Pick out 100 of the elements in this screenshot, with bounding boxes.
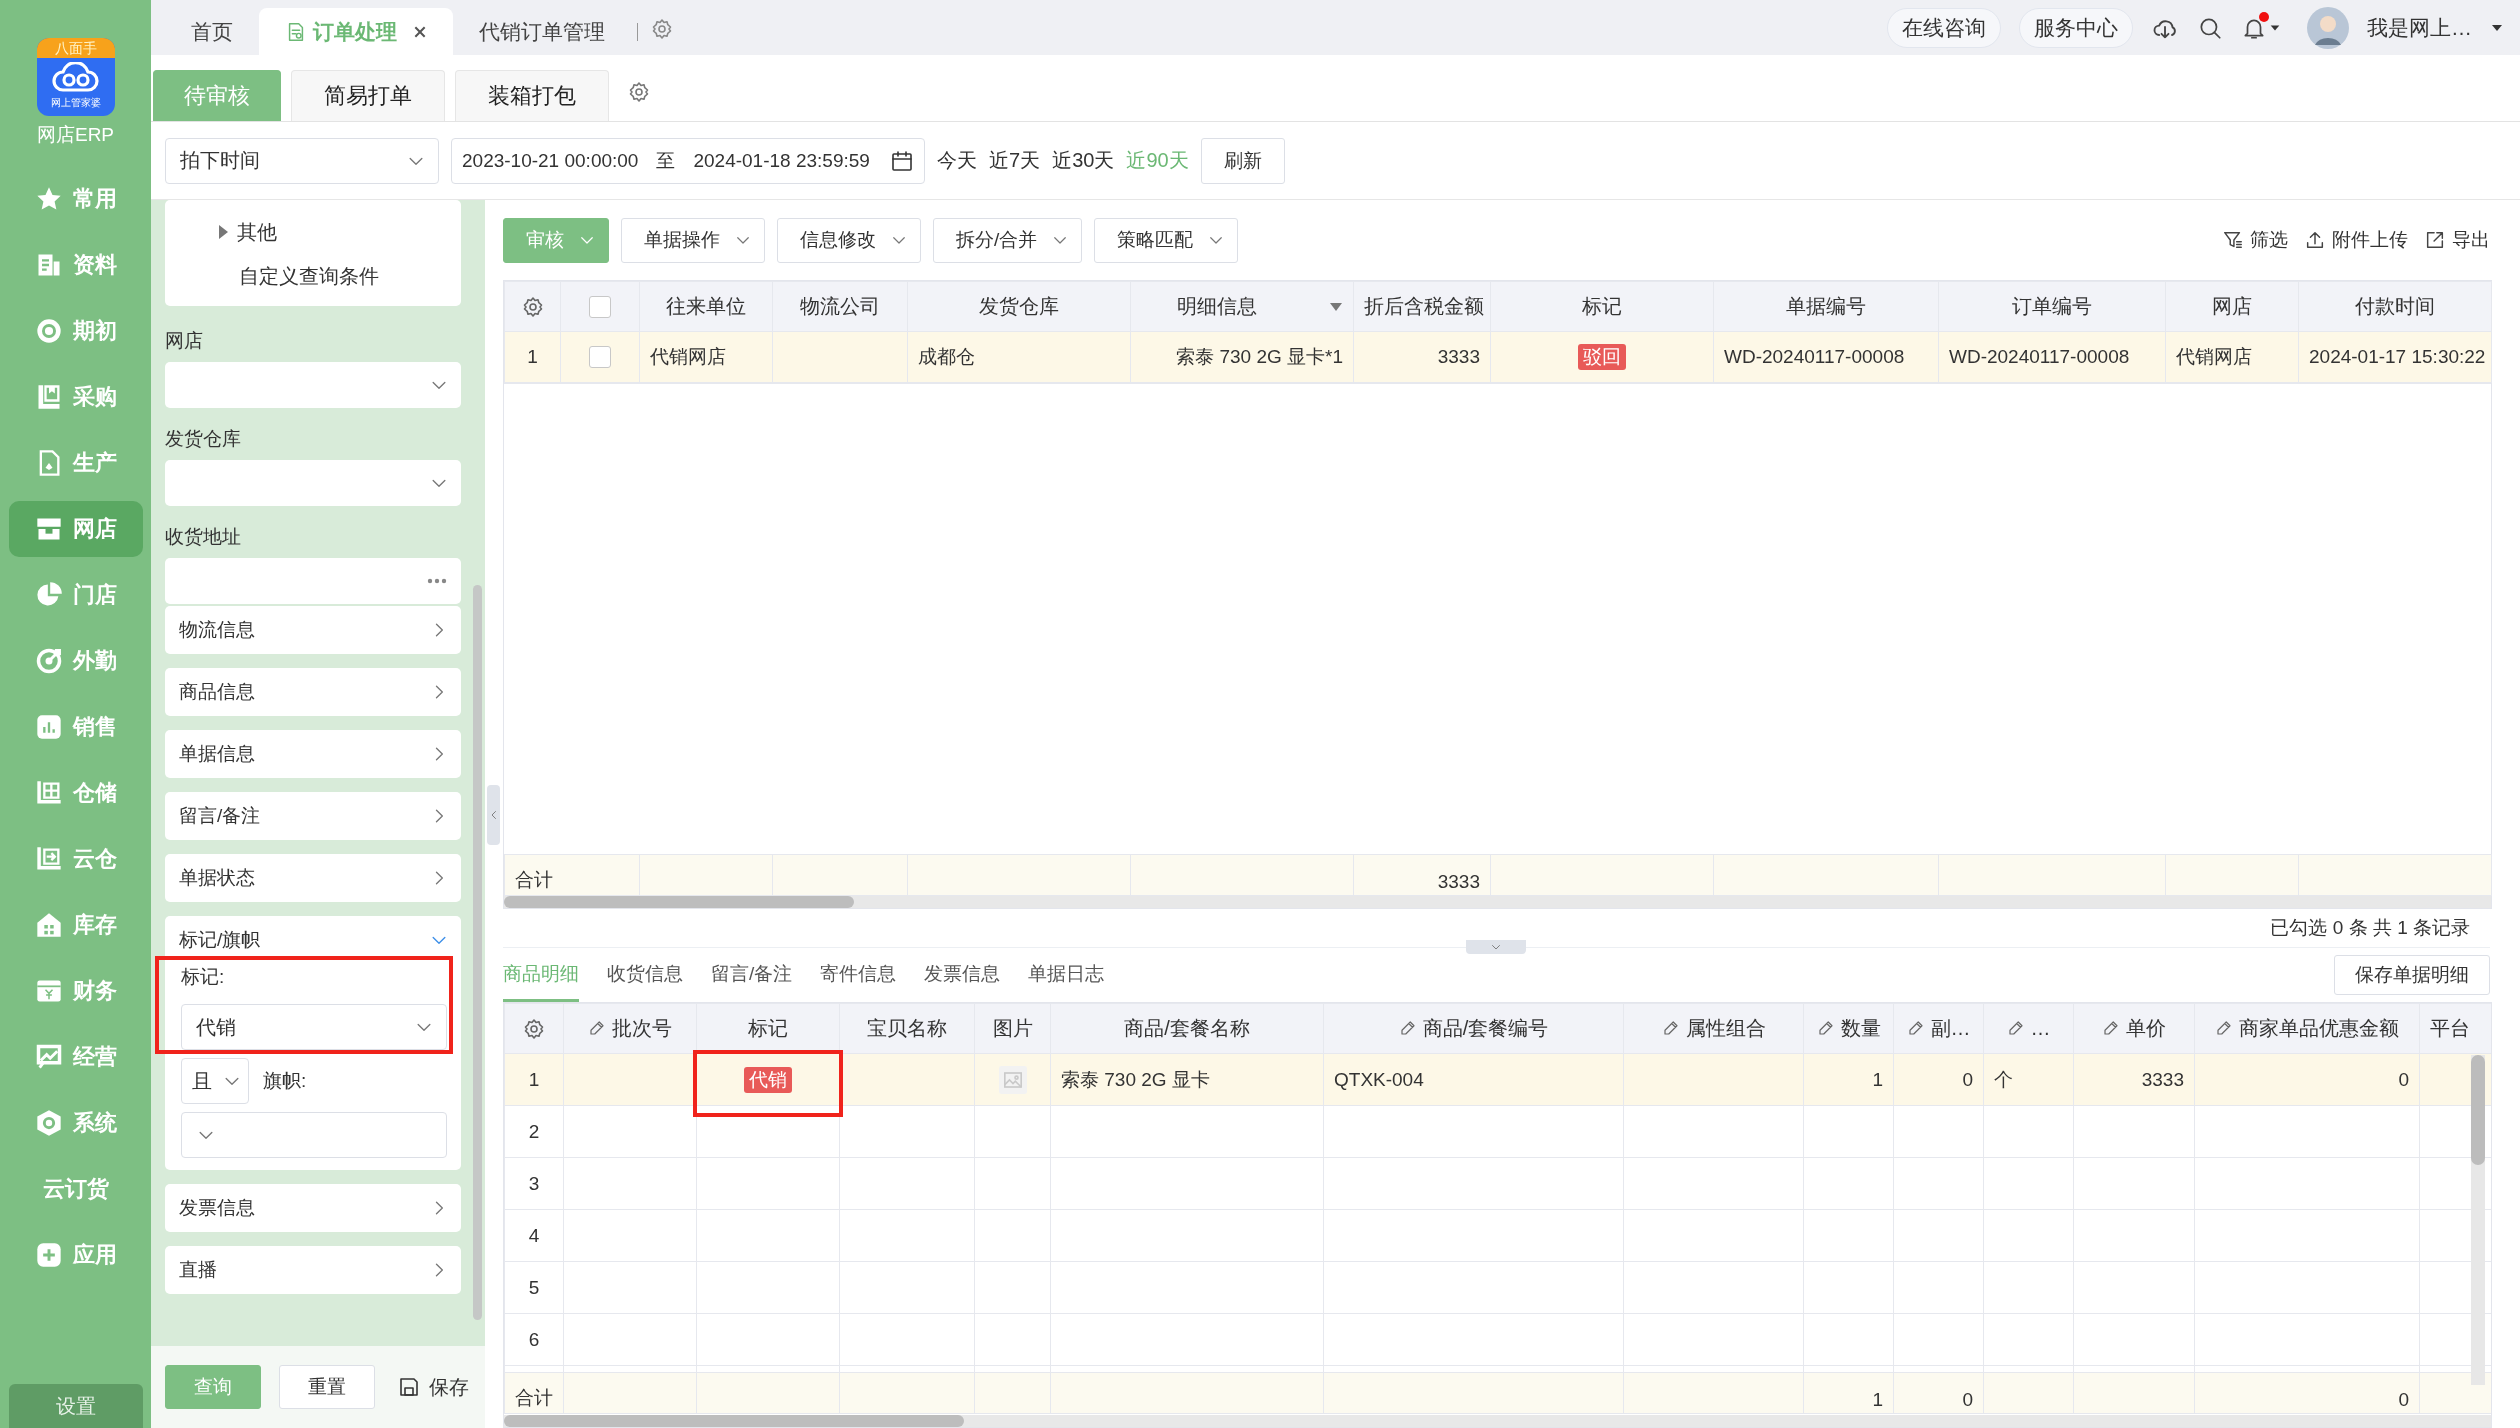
column-header[interactable]: 往来单位 bbox=[639, 281, 773, 332]
reset-button[interactable]: 重置 bbox=[279, 1365, 375, 1409]
mark-tag: 代销 bbox=[744, 1066, 792, 1093]
total-label: 合计 bbox=[504, 854, 640, 896]
pencil-icon bbox=[1398, 1019, 1417, 1037]
logo-caption: 网上管家婆 bbox=[50, 96, 101, 110]
dropdown-button[interactable]: 信息修改 bbox=[777, 217, 921, 263]
column-header[interactable]: 数量 bbox=[1803, 1003, 1894, 1054]
column-header[interactable]: 单价 bbox=[2073, 1003, 2195, 1054]
bar-chart-icon bbox=[34, 713, 63, 741]
field-label: 收货地址 bbox=[165, 525, 242, 549]
date-range-field[interactable]: 2023-10-21 00:00:00 至 2024-01-18 23:59:59 bbox=[451, 137, 925, 184]
quick-range-link[interactable]: 今天 bbox=[937, 147, 977, 174]
column-title: 明细信息 bbox=[1177, 295, 1257, 317]
detail-tab[interactable]: 寄件信息 bbox=[820, 948, 897, 1002]
view-tab[interactable]: 装箱打包 bbox=[455, 70, 609, 121]
column-header[interactable]: 图片 bbox=[974, 1003, 1051, 1054]
filter-group-header[interactable]: 发票信息 bbox=[165, 1184, 461, 1232]
column-header[interactable]: 属性组合 bbox=[1623, 1003, 1804, 1054]
select-value: 代销 bbox=[196, 1014, 236, 1040]
scrollbar[interactable] bbox=[2471, 1055, 2485, 1165]
scrollbar[interactable] bbox=[504, 896, 854, 908]
picker-field[interactable] bbox=[165, 558, 461, 604]
close-icon[interactable] bbox=[413, 24, 427, 39]
filter-group-header[interactable]: 留言/备注 bbox=[165, 792, 461, 840]
save-detail-button[interactable]: 保存单据明细 bbox=[2334, 955, 2490, 995]
detail-tab[interactable]: 留言/备注 bbox=[711, 948, 793, 1002]
column-header[interactable]: … bbox=[1983, 1003, 2074, 1054]
user-name[interactable]: 我是网上… bbox=[2367, 13, 2472, 42]
table-cell: QTXK-004 bbox=[1323, 1053, 1624, 1106]
notification-bell[interactable] bbox=[2241, 14, 2281, 41]
date-field-select[interactable]: 拍下时间 bbox=[165, 137, 439, 184]
column-header[interactable]: 发货仓库 bbox=[907, 281, 1131, 332]
table-cell: 0 bbox=[2194, 1053, 2420, 1106]
flag-select[interactable] bbox=[181, 1112, 447, 1158]
checkbox[interactable] bbox=[589, 346, 611, 369]
quick-range-link[interactable]: 近30天 bbox=[1052, 147, 1115, 174]
select-field[interactable] bbox=[165, 460, 461, 506]
table-cell: 索泰 730 2G 显卡*1 bbox=[1130, 331, 1354, 383]
column-header[interactable]: 折后含税金额 bbox=[1353, 281, 1491, 332]
page-tab[interactable]: 首页 bbox=[165, 8, 259, 55]
filter-group-header[interactable]: 单据状态 bbox=[165, 854, 461, 902]
collapse-handle[interactable] bbox=[1466, 940, 1526, 954]
pencil-icon bbox=[2215, 1019, 2233, 1037]
operator-select[interactable]: 且 bbox=[181, 1058, 249, 1104]
view-tab[interactable]: 简易打单 bbox=[291, 70, 445, 121]
column-header[interactable]: 付款时间 bbox=[2298, 281, 2492, 332]
refresh-button[interactable]: 刷新 bbox=[1200, 137, 1285, 184]
table-cell: 索泰 730 2G 显卡 bbox=[1050, 1053, 1324, 1106]
detail-tab[interactable]: 收货信息 bbox=[607, 948, 683, 1002]
dropdown-button[interactable]: 策略匹配 bbox=[1094, 217, 1239, 263]
date-separator: 至 bbox=[656, 148, 676, 173]
column-header[interactable]: 商品/套餐编号 bbox=[1323, 1003, 1624, 1054]
mark-select[interactable]: 代销 bbox=[181, 1004, 447, 1050]
settings-icon[interactable] bbox=[650, 17, 674, 41]
save-button[interactable]: 保存 bbox=[393, 1365, 473, 1409]
quick-range-link[interactable]: 近7天 bbox=[989, 147, 1041, 174]
column-header[interactable]: 明细信息 bbox=[1130, 281, 1354, 332]
settings-icon[interactable] bbox=[627, 80, 651, 104]
settings-icon[interactable] bbox=[522, 1016, 546, 1041]
header-link[interactable]: 在线咨询 bbox=[1887, 7, 2001, 48]
scrollbar[interactable] bbox=[504, 1415, 964, 1427]
filter-group-header[interactable]: 直播 bbox=[165, 1246, 461, 1294]
toolbar-link[interactable]: 附件上传 bbox=[2304, 227, 2408, 253]
sort-triangle-icon[interactable] bbox=[1329, 302, 1343, 312]
column-header[interactable]: 商家单品优惠金额 bbox=[2194, 1003, 2420, 1054]
dropdown-button[interactable]: 单据操作 bbox=[621, 217, 765, 263]
table-cell: 3333 bbox=[1353, 854, 1491, 896]
column-header[interactable]: 订单编号 bbox=[1938, 281, 2166, 332]
collapse-handle[interactable] bbox=[487, 785, 500, 845]
select-field[interactable] bbox=[165, 362, 461, 408]
filter-group-header[interactable]: 单据信息 bbox=[165, 730, 461, 778]
page-tab[interactable]: 代销订单管理 bbox=[453, 8, 631, 55]
toolbar-link[interactable]: 筛选 bbox=[2222, 227, 2288, 253]
column-header[interactable]: 物流公司 bbox=[772, 281, 908, 332]
tree-item[interactable]: 其他 bbox=[165, 210, 461, 254]
tree-item[interactable]: 自定义查询条件 bbox=[165, 254, 461, 298]
pencil-icon bbox=[1906, 1019, 1925, 1037]
filter-group-header[interactable]: 商品信息 bbox=[165, 668, 461, 716]
column-header[interactable]: 商品/套餐名称 bbox=[1050, 1003, 1324, 1054]
avatar[interactable] bbox=[2307, 6, 2349, 49]
column-header[interactable]: 平台 bbox=[2419, 1003, 2491, 1054]
dropdown-button[interactable]: 拆分/合并 bbox=[933, 217, 1083, 263]
more-icon bbox=[427, 578, 447, 584]
checkbox[interactable] bbox=[589, 296, 611, 319]
column-header[interactable]: 宝贝名称 bbox=[839, 1003, 975, 1054]
column-header[interactable]: 副… bbox=[1893, 1003, 1984, 1054]
filter-group-header[interactable]: 物流信息 bbox=[165, 606, 461, 654]
column-header[interactable]: 网店 bbox=[2165, 281, 2299, 332]
column-header[interactable]: 标记 bbox=[1490, 281, 1714, 332]
row-number: 5 bbox=[504, 1261, 564, 1314]
toolbar-link[interactable]: 导出 bbox=[2424, 227, 2490, 253]
detail-tab[interactable]: 发票信息 bbox=[924, 948, 1001, 1002]
column-header[interactable]: 批次号 bbox=[563, 1003, 697, 1054]
filter-group-header[interactable]: 标记/旗帜 bbox=[165, 916, 461, 964]
column-header[interactable]: 单据编号 bbox=[1713, 281, 1939, 332]
scrollbar[interactable] bbox=[473, 585, 482, 1320]
header-link[interactable]: 服务中心 bbox=[2019, 7, 2133, 48]
detail-tab[interactable]: 单据日志 bbox=[1028, 948, 1105, 1002]
plus-icon bbox=[34, 1241, 63, 1269]
